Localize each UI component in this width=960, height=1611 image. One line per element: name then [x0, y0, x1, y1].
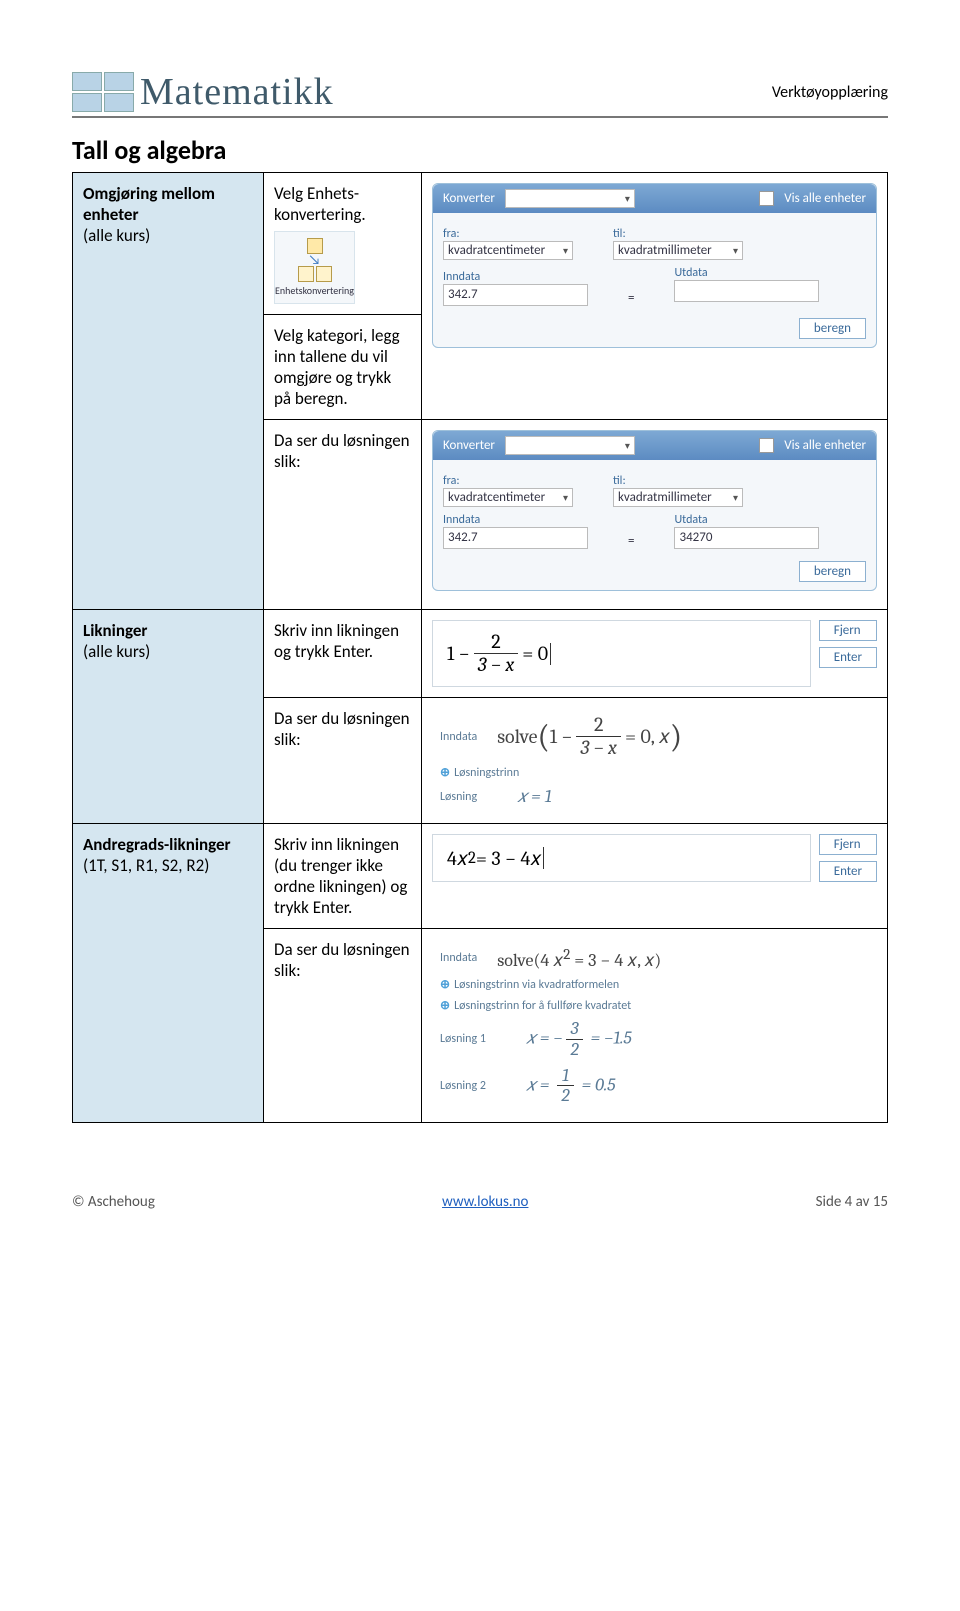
converter-panel-1: Konverter Areal▾ Vis alle enheter fra: k… [432, 183, 877, 348]
solution-2-label: Løsning 2 [440, 1079, 486, 1093]
from-label: fra: [443, 474, 573, 488]
solution-label: Løsning [440, 790, 477, 804]
step-2b: Da ser du løsningen slik: [274, 708, 411, 750]
footer-link[interactable]: www.lokus.no [442, 1193, 528, 1211]
course-2: (alle kurs) [83, 641, 253, 662]
beregn-button[interactable]: beregn [799, 561, 866, 582]
chevron-down-icon: ▾ [733, 244, 738, 257]
utdata-label: Utdata [674, 266, 819, 280]
course-1: (alle kurs) [83, 225, 253, 246]
inndata-label: Inndata [440, 730, 477, 744]
solve-output-2: Inndata solve(4 𝑥2 = 3 − 4 𝑥, 𝑥) ⊕Løsnin… [432, 939, 877, 1112]
utdata-output-2: 34270 [674, 527, 819, 549]
chevron-down-icon: ▾ [563, 244, 568, 257]
page-title: Tall og algebra [72, 134, 888, 166]
chevron-down-icon: ▾ [625, 192, 630, 205]
category-select[interactable]: Areal▾ [505, 189, 635, 208]
enter-button[interactable]: Enter [819, 647, 877, 668]
topic-3: Andregrads-likninger [83, 834, 253, 855]
inndata-label: Inndata [440, 951, 477, 965]
utdata-output-1 [674, 280, 819, 302]
text-cursor [550, 643, 551, 665]
equals-sign: = [628, 273, 634, 306]
text-cursor [543, 847, 544, 869]
show-all-label: Vis alle enheter [784, 438, 866, 453]
chevron-down-icon: ▾ [733, 491, 738, 504]
utdata-label: Utdata [674, 513, 819, 527]
show-all-label: Vis alle enheter [784, 191, 866, 206]
topic-1: Omgjøring mellom enheter [83, 183, 253, 225]
arrow-icon: ↘ [308, 256, 320, 264]
inndata-input-1[interactable]: 342.7 [443, 284, 588, 306]
show-all-checkbox[interactable] [759, 438, 774, 453]
step-1c: Da ser du løsningen slik: [274, 430, 411, 472]
from-label: fra: [443, 227, 573, 241]
category-select[interactable]: Areal▾ [505, 436, 635, 455]
chevron-down-icon: ▾ [563, 491, 568, 504]
solve-output-1: Inndata solve ( 1 − 23 − x = 0, 𝑥 ) ⊕Løs… [432, 708, 877, 813]
show-all-checkbox[interactable] [759, 191, 774, 206]
step-kvadrat-2[interactable]: Løsningstrinn for å fullføre kvadratet [454, 999, 631, 1013]
expand-icon[interactable]: ⊕ [440, 998, 450, 1013]
solution-2-value: 𝑥 = 12 = 0.5 [526, 1066, 616, 1107]
step-label[interactable]: Løsningstrinn [454, 766, 519, 780]
fjern-button[interactable]: Fjern [819, 620, 877, 641]
solution-1-label: Løsning 1 [440, 1032, 486, 1046]
expand-icon[interactable]: ⊕ [440, 765, 450, 780]
to-unit-select[interactable]: kvadratmillimeter▾ [613, 488, 743, 507]
beregn-button[interactable]: beregn [799, 318, 866, 339]
to-unit-select[interactable]: kvadratmillimeter▾ [613, 241, 743, 260]
chevron-down-icon: ▾ [625, 439, 630, 452]
converter-bar-label: Konverter [443, 191, 495, 206]
topic-2: Likninger [83, 620, 253, 641]
equation-input-2[interactable]: 4𝑥2 = 3 − 4𝑥 [432, 834, 811, 882]
converter-panel-2: Konverter Areal▾ Vis alle enheter fra: k… [432, 430, 877, 591]
from-unit-select[interactable]: kvadratcentimeter▾ [443, 241, 573, 260]
step-3a: Skriv inn likningen (du trenger ikke ord… [274, 834, 411, 918]
solution-1-value: 𝑥 = −32 = −1.5 [526, 1019, 632, 1060]
header-right: Verktøyopplæring [772, 83, 888, 102]
footer-right: Side 4 av 15 [816, 1193, 888, 1211]
convert-ribbon-icon[interactable]: ↘ Enhetskonvertering [274, 231, 355, 304]
step-2a: Skriv inn likningen og trykk Enter. [274, 620, 411, 662]
equation-input-1[interactable]: 1 − 23 − x = 0 [432, 620, 811, 687]
inndata-label: Inndata [443, 270, 588, 284]
expand-icon[interactable]: ⊕ [440, 977, 450, 992]
fjern-button[interactable]: Fjern [819, 834, 877, 855]
inndata-label: Inndata [443, 513, 588, 527]
step-1a: Velg Enhets-konvertering. [274, 183, 411, 225]
from-unit-select[interactable]: kvadratcentimeter▾ [443, 488, 573, 507]
footer-left: © Aschehoug [72, 1193, 155, 1211]
to-label: til: [613, 474, 743, 488]
enter-button[interactable]: Enter [819, 861, 877, 882]
step-1b: Velg kategori, legg inn tallene du vil o… [274, 325, 411, 409]
step-kvadrat-1[interactable]: Løsningstrinn via kvadratformelen [454, 978, 619, 992]
ribbon-label: Enhetskonvertering [275, 284, 354, 297]
logo-text: Matematikk [140, 70, 334, 114]
converter-bar-label: Konverter [443, 438, 495, 453]
inndata-input-2[interactable]: 342.7 [443, 527, 588, 549]
logo: Matematikk [72, 70, 334, 114]
step-3b: Da ser du løsningen slik: [274, 939, 411, 981]
course-3: (1T, S1, R1, S2, R2) [83, 855, 253, 876]
equals-sign: = [628, 516, 634, 549]
to-label: til: [613, 227, 743, 241]
solution-value: 𝑥 = 1 [517, 786, 552, 807]
